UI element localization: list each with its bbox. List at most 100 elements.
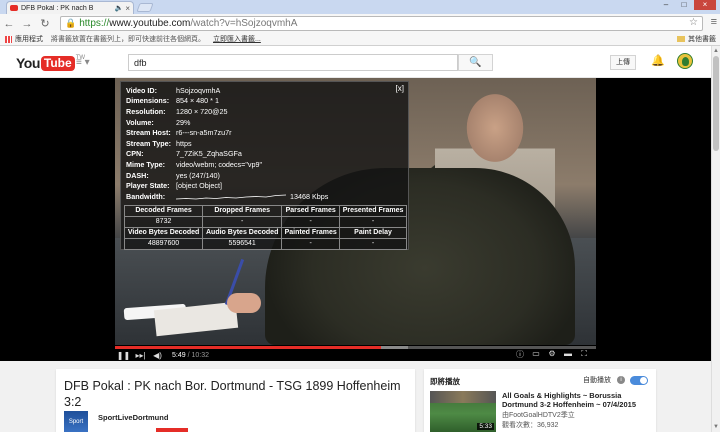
channel-avatar[interactable]: Sport bbox=[64, 411, 88, 432]
bandwidth-value: 13468 Kbps bbox=[290, 191, 329, 201]
stats-for-nerds-panel: [x] Video ID: hSojzoqvmhA Dimensions: 854 ×… bbox=[120, 81, 409, 250]
import-bookmarks-link[interactable]: 立即匯入書籤... bbox=[213, 34, 261, 44]
video-hand bbox=[227, 293, 261, 313]
autoplay-toggle[interactable] bbox=[630, 375, 648, 385]
stats-key: DASH: bbox=[126, 170, 149, 180]
stats-value: 29% bbox=[176, 117, 191, 127]
autoplay-label: 自動播放 bbox=[583, 377, 611, 384]
autoplay-info-icon[interactable]: i bbox=[617, 376, 625, 384]
stats-table-value-row: 48897600 5596541- - bbox=[123, 237, 407, 250]
stats-row: Resolution: 1280 × 720@25 bbox=[126, 106, 403, 117]
up-next-duration: 5:33 bbox=[477, 423, 494, 430]
browser-menu-icon[interactable]: ≡ bbox=[711, 16, 717, 28]
stats-rows: Video ID: hSojzoqvmhA Dimensions: 854 × 480… bbox=[126, 85, 403, 191]
tab-title: DFB Pokal : PK nach B bbox=[21, 4, 94, 12]
autoplay-control: 自動播放 i bbox=[583, 375, 648, 385]
stats-value: yes (247/140) bbox=[176, 170, 220, 180]
stats-row: Volume: 29% bbox=[126, 117, 403, 128]
stats-key: Bandwidth: bbox=[126, 191, 166, 201]
stats-key: Player State: bbox=[126, 181, 170, 191]
scroll-up-arrow-icon[interactable]: ▲ bbox=[713, 48, 719, 54]
stats-value: https bbox=[176, 138, 192, 148]
theater-mode-icon[interactable]: ▬ bbox=[560, 349, 576, 360]
url-host: www.youtube.com bbox=[109, 18, 191, 29]
guide-menu-icon[interactable]: ≡ ▾ bbox=[76, 57, 90, 68]
page-scrollbar[interactable]: ▲ ▼ bbox=[711, 46, 720, 432]
stats-table-cell: - bbox=[339, 237, 407, 250]
other-bookmarks[interactable]: 其他書籤 bbox=[677, 34, 716, 44]
stats-table-header-row: Video Bytes Decoded Audio Bytes Decoded Pa… bbox=[123, 226, 407, 239]
apps-shortcut[interactable]: 應用程式 bbox=[15, 34, 43, 44]
up-next-item[interactable]: All Goals & Highlights ~ Borussia Dortmu… bbox=[502, 391, 650, 430]
pause-icon[interactable]: ❚❚ bbox=[115, 351, 132, 360]
settings-gear-icon[interactable]: ⚙ bbox=[544, 349, 560, 360]
info-icon[interactable]: ⓘ bbox=[512, 349, 528, 360]
logo-you: You bbox=[16, 55, 40, 71]
browser-tab[interactable]: DFB Pokal : PK nach B 🔈 × bbox=[6, 1, 134, 14]
back-arrow-icon[interactable]: ← bbox=[0, 18, 18, 30]
address-bar[interactable]: 🔒 https:// www.youtube.com /watch?v=hSoj… bbox=[60, 16, 703, 31]
stats-value: 1280 × 720@25 bbox=[176, 106, 228, 116]
stats-row: Video ID: hSojzoqvmhA bbox=[126, 85, 403, 96]
reload-icon[interactable]: ↻ bbox=[36, 17, 54, 30]
youtube-logo[interactable]: You Tube TW bbox=[16, 55, 85, 71]
stats-table-cell: - bbox=[281, 215, 341, 228]
up-next-thumbnail[interactable]: 5:33 bbox=[430, 391, 496, 432]
notifications-bell-icon[interactable]: 🔔 bbox=[651, 54, 665, 67]
stats-table-cell: 8732 bbox=[123, 215, 204, 228]
stats-table-header: Decoded Frames bbox=[123, 204, 204, 217]
stats-table-header: Paint Delay bbox=[339, 226, 407, 239]
minimize-icon[interactable]: – bbox=[658, 0, 674, 10]
stats-row: Stream Type: https bbox=[126, 138, 403, 149]
video-player[interactable]: [x] Video ID: hSojzoqvmhA Dimensions: 854 ×… bbox=[0, 78, 720, 361]
bandwidth-sparkline bbox=[176, 194, 286, 200]
stats-close-button[interactable]: [x] bbox=[396, 84, 404, 93]
total-time: 10:32 bbox=[191, 351, 209, 359]
video-info-card: DFB Pokal : PK nach Bor. Dortmund - TSG … bbox=[56, 369, 415, 432]
logo-tube: Tube bbox=[40, 55, 75, 71]
player-controls-right: ⓘ ▭ ⚙ ▬ ⛶ bbox=[512, 349, 592, 360]
stats-key: Stream Host: bbox=[126, 128, 171, 138]
forward-arrow-icon[interactable]: → bbox=[18, 18, 36, 30]
fullscreen-icon[interactable]: ⛶ bbox=[576, 349, 592, 360]
stats-row: Stream Host: r6---sn-a5m7zu7r bbox=[126, 127, 403, 138]
next-icon[interactable]: ▸▸| bbox=[132, 351, 149, 360]
speaker-icon: 🔈 bbox=[114, 5, 124, 12]
new-tab-button[interactable] bbox=[136, 3, 154, 12]
subscribe-button[interactable] bbox=[156, 428, 188, 432]
channel-name[interactable]: SportLiveDortmund bbox=[98, 413, 168, 422]
scroll-down-arrow-icon[interactable]: ▼ bbox=[713, 424, 719, 430]
upload-button[interactable]: 上傳 bbox=[610, 55, 636, 70]
stats-table-header-row: Decoded Frames Dropped Frames Parsed Frame… bbox=[123, 204, 407, 217]
subtitles-icon[interactable]: ▭ bbox=[528, 349, 544, 360]
volume-icon[interactable]: ◀) bbox=[149, 351, 166, 360]
account-avatar[interactable] bbox=[677, 53, 693, 69]
stats-table-value-row: 8732- - - bbox=[123, 215, 407, 228]
stats-value: r6---sn-a5m7zu7r bbox=[176, 128, 232, 138]
url-path: /watch?v=hSojzoqvmhA bbox=[190, 18, 298, 29]
stats-bandwidth-row: Bandwidth: 13468 Kbps bbox=[126, 191, 403, 202]
stats-key: Video ID: bbox=[126, 85, 158, 95]
stats-value: 7_7ZiK5_ZqhaSGFa bbox=[176, 149, 242, 159]
tab-close-icon[interactable]: × bbox=[125, 4, 130, 13]
up-next-title[interactable]: All Goals & Highlights ~ Borussia Dortmu… bbox=[502, 391, 650, 409]
bookmark-star-icon[interactable]: ☆ bbox=[689, 17, 698, 28]
search-button[interactable]: 🔍 bbox=[458, 54, 493, 71]
scrollbar-thumb[interactable] bbox=[713, 56, 719, 151]
stats-row: Dimensions: 854 × 480 * 1 bbox=[126, 96, 403, 107]
search-icon: 🔍 bbox=[469, 57, 482, 68]
window-close-icon[interactable]: × bbox=[694, 0, 716, 10]
current-time: 5:49 bbox=[172, 351, 186, 359]
stats-key: Dimensions: bbox=[126, 96, 170, 106]
stats-table-header: Dropped Frames bbox=[202, 204, 283, 217]
maximize-icon[interactable]: □ bbox=[676, 0, 692, 10]
player-controls: ❚❚ ▸▸| ◀) 5:49 / 10:32 ⓘ ▭ ⚙ ▬ ⛶ bbox=[115, 349, 596, 361]
stats-key: Stream Type: bbox=[126, 138, 172, 148]
search-input[interactable]: dfb bbox=[128, 54, 458, 71]
stats-table-cell: - bbox=[339, 215, 407, 228]
stats-table-cell: - bbox=[202, 215, 283, 228]
up-next-views: 觀看次數：36,932 bbox=[502, 422, 559, 429]
stats-table-header: Painted Frames bbox=[281, 226, 341, 239]
stats-table-cell: - bbox=[281, 237, 341, 250]
stats-value: 854 × 480 * 1 bbox=[176, 96, 219, 106]
